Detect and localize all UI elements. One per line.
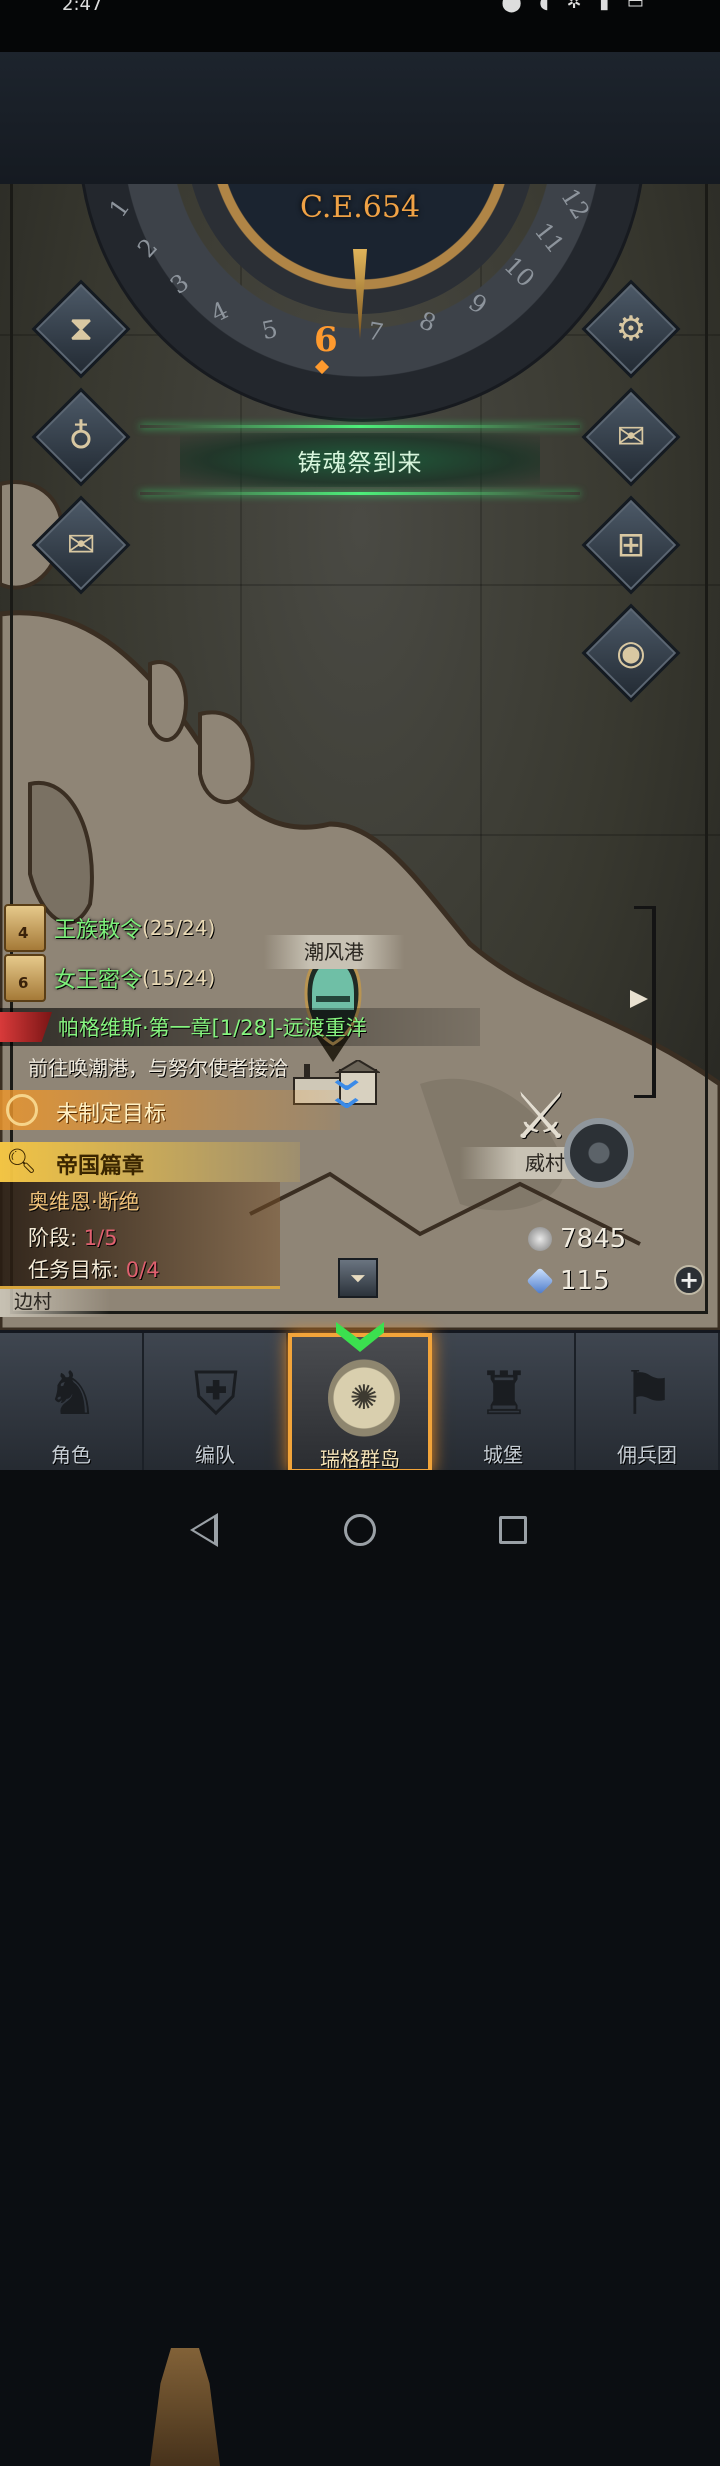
helmet-icon: ⛨: [193, 1359, 239, 1429]
tab-formation[interactable]: ⛨ 编队: [144, 1333, 288, 1473]
coin-icon: ◉: [616, 633, 646, 673]
knight-icon: ♞: [45, 1359, 99, 1429]
scroll-icon: ✉: [66, 525, 96, 565]
gear-icon: ⚙: [615, 309, 647, 349]
expand-panel-button[interactable]: ⏷: [338, 1258, 378, 1298]
event-banner[interactable]: 铸魂祭到来: [140, 425, 580, 495]
edict-scroll-icon: 4: [4, 904, 46, 952]
campaign-target-value: 0/4: [125, 1258, 160, 1282]
hourglass-icon: ⧗: [69, 309, 93, 349]
crystal-icon: [526, 1267, 554, 1295]
zoom-slider-knob[interactable]: [630, 990, 648, 1008]
back-icon[interactable]: [190, 1513, 218, 1547]
goal-title: 未制定目标: [56, 1102, 167, 1127]
tab-label: 城堡: [483, 1443, 523, 1467]
mail-icon: ✉: [616, 417, 646, 457]
campaign-stage: 阶段: 1/5: [28, 1226, 118, 1250]
banner-icon: ⚑: [621, 1359, 675, 1429]
money-bag-icon: ♁: [68, 417, 94, 457]
chevron-down-icon[interactable]: ⌄ ⌄: [323, 1057, 370, 1115]
order-name: 王族敕令: [54, 918, 143, 943]
crystal-amount: 115: [560, 1266, 610, 1296]
order-royal-edict[interactable]: 4 王族敕令 (25/24): [4, 904, 216, 952]
order-name: 女王密令: [54, 968, 143, 993]
main-quest-tracker[interactable]: 帕格维斯·第一章[1/28]-远渡重洋 前往唤潮港，与努尔使者接洽: [0, 1008, 480, 1092]
main-quest-title: 帕格维斯·第一章[1/28]-远渡重洋: [58, 1016, 367, 1040]
goal-tracker[interactable]: 未制定目标: [0, 1090, 340, 1130]
tab-label: 角色: [51, 1443, 91, 1467]
order-count: (15/24): [142, 966, 216, 990]
status-time: 2:47: [62, 0, 103, 15]
edict-scroll-icon: 6: [4, 954, 46, 1002]
tab-label: 编队: [195, 1443, 235, 1467]
campaign-header[interactable]: 🔍︎ 帝国篇章: [0, 1142, 300, 1182]
tab-character[interactable]: ♞ 角色: [0, 1333, 144, 1473]
tab-label: 瑞格群岛: [320, 1447, 400, 1471]
campaign-stage-value: 1/5: [83, 1226, 118, 1250]
add-resource-button[interactable]: +: [674, 1265, 704, 1295]
crossed-swords-icon[interactable]: ⚔: [512, 1080, 569, 1154]
silver-amount: 7845: [560, 1224, 627, 1254]
order-count: (25/24): [142, 916, 216, 940]
silver-resource: 7845: [528, 1222, 626, 1256]
campaign-hero-name: 奥维恩·断绝: [28, 1190, 140, 1214]
campaign-card[interactable]: 奥维恩·断绝 阶段: 1/5 任务目标: 0/4: [0, 1182, 280, 2466]
tab-islands[interactable]: ✺ 瑞格群岛: [288, 1333, 432, 1473]
port-label[interactable]: 潮风港: [264, 935, 404, 969]
recents-icon[interactable]: [499, 1516, 527, 1544]
islands-icon: ✺: [328, 1359, 400, 1437]
window-icon: ⊞: [616, 525, 646, 565]
campaign-title: 帝国篇章: [56, 1154, 145, 1179]
crystal-resource: 115: [526, 1264, 610, 1298]
search-icon: 🔍︎: [6, 1147, 37, 1175]
home-icon[interactable]: [344, 1514, 376, 1546]
top-band: [0, 52, 720, 184]
status-icons: ⬤ ◖ ✲ ▮ ▭: [501, 0, 650, 13]
main-quest-description: 前往唤潮港，与努尔使者接洽: [28, 1056, 288, 1080]
campaign-target: 任务目标: 0/4: [28, 1258, 160, 1282]
tab-castle[interactable]: ♜ 城堡: [432, 1333, 576, 1473]
castle-icon: ♜: [477, 1359, 531, 1429]
target-icon: [6, 1094, 38, 1126]
month-6-current: 6: [314, 320, 338, 360]
silver-coin-icon: [528, 1227, 552, 1251]
edge-village-label[interactable]: 边村: [0, 1287, 110, 1317]
event-banner-text: 铸魂祭到来: [297, 449, 423, 477]
tab-mercenaries[interactable]: ⚑ 佣兵团: [576, 1333, 720, 1473]
locate-button[interactable]: [564, 1118, 634, 1188]
tab-label: 佣兵团: [617, 1443, 677, 1467]
status-bar: 2:47 ⬤ ◖ ✲ ▮ ▭: [0, 0, 720, 52]
hero-statue-image: [150, 2348, 220, 2466]
system-nav-bar: [0, 1470, 720, 1600]
order-queen-secret[interactable]: 6 女王密令 (15/24): [4, 954, 216, 1002]
